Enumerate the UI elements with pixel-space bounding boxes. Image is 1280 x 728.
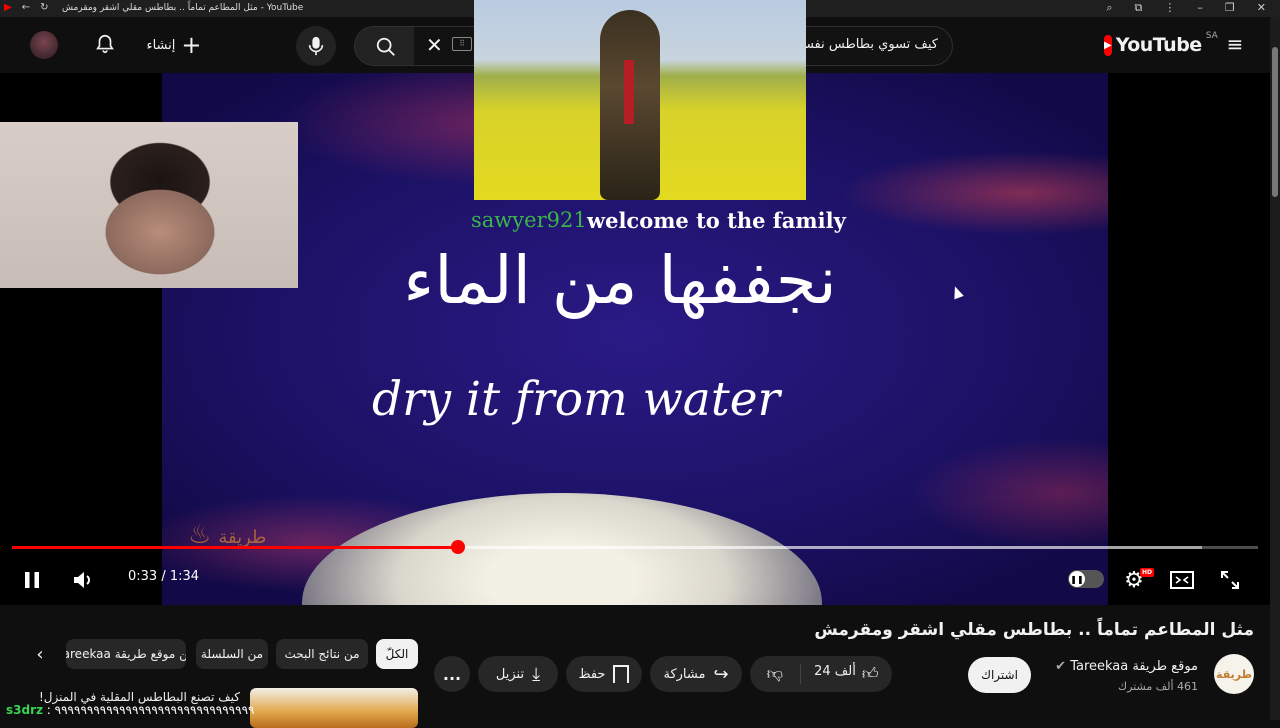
create-button[interactable]: إنشاء + [140, 26, 208, 64]
chip-channel-label: من موقع طريقة Tareekaa [66, 647, 186, 661]
total-time: 1:34 [169, 569, 200, 584]
more-actions-button[interactable]: ... [434, 656, 470, 692]
share-button[interactable]: مشاركة ↪ [650, 656, 742, 692]
progress-played [12, 546, 459, 549]
thumbs-up-icon: 👍︎ [861, 664, 879, 683]
progress-scrubber[interactable] [451, 540, 466, 554]
subscribe-label: اشتراك [981, 668, 1018, 682]
mic-icon [308, 36, 324, 56]
time-separator: / [157, 569, 170, 584]
save-label: حفظ [578, 666, 606, 682]
verified-icon: ✔ [1055, 659, 1067, 674]
chip-all-label: الكلّ [385, 647, 409, 661]
chip-series-label: من السلسلة [200, 647, 264, 661]
theater-mode-button[interactable] [1168, 566, 1196, 594]
chip-all[interactable]: الكلّ [376, 639, 418, 669]
search-button[interactable] [354, 26, 418, 66]
menu-icon[interactable]: ≡ [1222, 31, 1248, 57]
download-icon: ⤓ [532, 663, 541, 685]
search-query-text: كيف تسوي بطاطس نفس [797, 37, 938, 52]
pause-icon [25, 572, 39, 588]
theater-icon [1170, 571, 1194, 589]
stream-chat-message: welcome to the family [587, 208, 846, 233]
streamer-webcam [0, 122, 298, 288]
player-controls: 0:33 / 1:34 ❚❚ ⚙ HD [0, 560, 1270, 600]
create-label: إنشاء [146, 37, 176, 53]
share-label: مشاركة [663, 666, 706, 682]
recommendation-thumbnail[interactable] [250, 688, 418, 728]
caption-arabic: نجففها من الماء [403, 242, 837, 319]
volume-icon [74, 572, 90, 588]
meme-figure-tie [624, 60, 634, 124]
chip-channel[interactable]: من موقع طريقة Tareekaa [66, 639, 186, 669]
extensions-icon[interactable]: ⧉ [1135, 1, 1143, 15]
chip-series[interactable]: من السلسلة [196, 639, 268, 669]
zoom-icon[interactable]: ⌕ [1106, 1, 1112, 15]
stream-chat-line: s3drz : ٩٩٩٩٩٩٩٩٩٩٩٩٩٩٩٩٩٩٩٩٩٩٩٩٩٩٩٩٩٩٩ [6, 703, 254, 717]
scrollbar-thumb[interactable] [1272, 47, 1278, 197]
chat-line-text: : ٩٩٩٩٩٩٩٩٩٩٩٩٩٩٩٩٩٩٩٩٩٩٩٩٩٩٩٩٩٩٩ [42, 703, 255, 717]
country-code: SA [1205, 31, 1218, 41]
dislike-button[interactable]: 👎︎ [750, 664, 801, 684]
chat-line-username: s3drz [6, 703, 43, 717]
back-icon[interactable]: ← [22, 2, 30, 13]
like-button[interactable]: 24 ألف 👍︎ [801, 664, 892, 684]
youtube-logo[interactable]: ▶ YouTube SA [1104, 30, 1218, 60]
channel-name-text: موقع طريقة Tareekaa [1070, 659, 1198, 674]
reload-icon[interactable]: ↻ [40, 2, 48, 13]
download-label: تنزيل [495, 666, 525, 682]
youtube-play-icon: ▶ [1104, 34, 1112, 56]
youtube-wordmark: YouTube [1115, 34, 1202, 56]
restore-icon[interactable]: ❐ [1225, 1, 1235, 15]
more-icon: ... [442, 664, 462, 684]
browser-menu-icon[interactable]: ⋮ [1164, 1, 1175, 15]
volume-button[interactable] [68, 566, 98, 594]
stream-chat-username: sawyer921 [471, 208, 587, 232]
progress-bar[interactable] [12, 540, 1258, 554]
channel-avatar[interactable]: طريقة [1214, 654, 1254, 694]
keyboard-icon[interactable]: ⠿ [452, 37, 472, 51]
window-title: مثل المطاعم تماماً .. بطاطس مقلي اشقر وم… [62, 3, 304, 13]
youtube-favicon-icon: ▶ [4, 2, 12, 13]
chip-next-arrow[interactable]: ‹ [28, 642, 52, 666]
page-scrollbar[interactable] [1270, 17, 1280, 720]
clear-search-icon[interactable]: ✕ [426, 33, 443, 57]
fullscreen-button[interactable] [1216, 566, 1244, 594]
account-avatar[interactable] [30, 31, 58, 59]
recommendation-title[interactable]: كيف تصنع البطاطس المقلية في المنزل! [39, 690, 240, 704]
like-count: 24 ألف [814, 664, 856, 679]
current-time: 0:33 [128, 569, 158, 584]
download-button[interactable]: تنزيل ⤓ [478, 656, 558, 692]
like-dislike-group: 👎︎ 24 ألف 👍︎ [750, 656, 892, 692]
autoplay-toggle[interactable]: ❚❚ [1068, 570, 1104, 588]
settings-button[interactable]: ⚙ HD [1120, 566, 1154, 594]
video-title: مثل المطاعم تماماً .. بطاطس مقلي اشقر وم… [814, 620, 1254, 640]
close-window-icon[interactable]: ✕ [1257, 1, 1266, 15]
plus-icon: + [181, 31, 202, 59]
caption-english: dry it from water [372, 372, 780, 427]
hd-badge: HD [1139, 568, 1154, 577]
chip-search-results[interactable]: من نتائج البحث [276, 639, 368, 669]
channel-name[interactable]: موقع طريقة Tareekaa ✔ [1055, 659, 1198, 674]
pause-button[interactable] [18, 566, 46, 594]
bookmark-icon [613, 665, 630, 683]
watermark-text: طريقة [218, 527, 267, 548]
channel-avatar-text: طريقة [1216, 667, 1252, 681]
save-button[interactable]: حفظ [566, 656, 642, 692]
voice-search-button[interactable] [296, 26, 336, 66]
share-icon: ↪ [713, 663, 729, 685]
subscriber-count: 461 ألف مشترك [1118, 680, 1198, 693]
subscribe-button[interactable]: اشتراك [968, 657, 1031, 693]
time-display: 0:33 / 1:34 [128, 569, 199, 584]
search-icon [376, 37, 395, 56]
bell-icon[interactable] [90, 29, 120, 59]
fullscreen-icon [1221, 571, 1239, 589]
chip-search-results-label: من نتائج البحث [284, 647, 360, 661]
autoplay-pause-icon: ❚❚ [1069, 571, 1085, 587]
minimize-icon[interactable]: – [1197, 1, 1203, 15]
